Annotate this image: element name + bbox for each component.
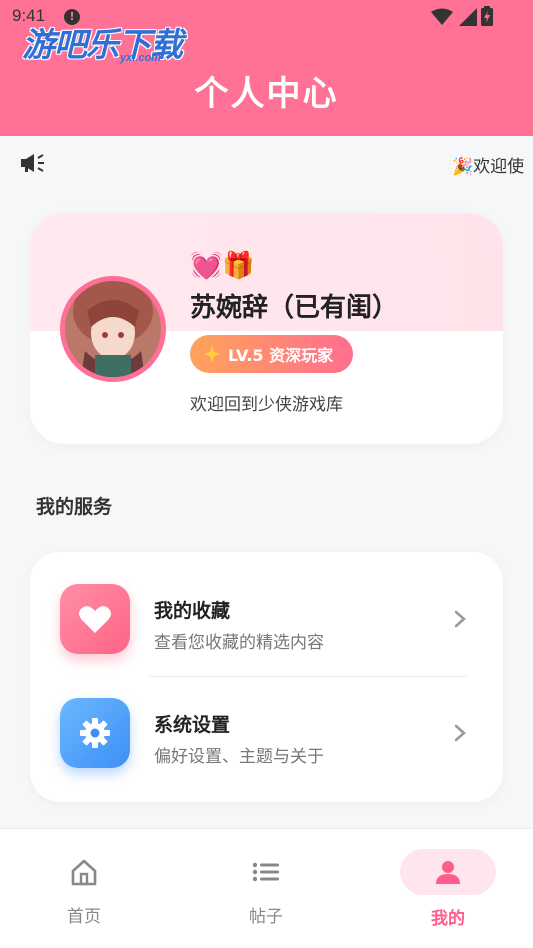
level-text: LV.5 资深玩家 — [228, 346, 334, 365]
header: 9:41 ! 游吧乐下载 yxl.com 个人中心 — [0, 0, 533, 136]
profile-card[interactable]: 💓🎁 苏婉辞（已有闺） LV.5 资深玩家 欢迎回到少侠游戏库 — [30, 213, 503, 444]
person-icon — [436, 861, 460, 884]
service-label: 我的收藏 — [154, 600, 231, 622]
section-title: 我的服务 — [36, 496, 113, 518]
signal-icon — [459, 8, 477, 26]
name-text: 苏婉辞（已有闺） — [190, 293, 399, 323]
megaphone-icon — [21, 154, 44, 172]
service-item-favorites[interactable]: 我的收藏 查看您收藏的精选内容 — [30, 564, 503, 674]
level-badge: LV.5 资深玩家 — [190, 335, 354, 373]
divider — [148, 676, 468, 677]
battery-icon — [481, 6, 493, 26]
welcome-text: 欢迎回到少侠游戏库 — [190, 395, 343, 415]
favorites-icon-box — [60, 584, 130, 654]
nav-label: 帖子 — [249, 907, 283, 927]
name-emoji: 💓🎁 — [190, 251, 255, 281]
service-label: 系统设置 — [154, 714, 231, 736]
announcement-bar[interactable]: 🎉欢迎使 — [0, 136, 533, 192]
heart-icon — [79, 606, 111, 633]
nav-label: 首页 — [67, 907, 101, 927]
service-desc: 偏好设置、主题与关于 — [154, 747, 324, 767]
page-title: 个人中心 — [194, 74, 339, 114]
gear-icon — [80, 718, 110, 748]
service-item-settings[interactable]: 系统设置 偏好设置、主题与关于 — [30, 678, 503, 788]
username: 💓🎁 苏婉辞（已有闺） — [190, 245, 460, 329]
watermark-sub: yxl.com — [120, 52, 161, 64]
sparkle-icon — [204, 345, 220, 363]
home-icon — [71, 859, 97, 886]
announcement-text: 🎉欢迎使 — [452, 157, 525, 177]
nav-tab-posts[interactable]: 帖子 — [206, 829, 326, 948]
service-card: 我的收藏 查看您收藏的精选内容 系统设置 偏好设置、主题与关于 — [30, 552, 503, 802]
bottom-nav: 首页 帖子 我的 — [0, 828, 533, 948]
chevron-right-icon — [454, 610, 466, 628]
list-icon — [252, 862, 279, 882]
service-desc: 查看您收藏的精选内容 — [154, 633, 324, 653]
settings-icon-box — [60, 698, 130, 768]
chevron-right-icon — [454, 724, 466, 742]
nav-tab-me[interactable]: 我的 — [388, 829, 508, 948]
avatar-image — [65, 281, 161, 377]
status-icons — [431, 8, 477, 26]
avatar[interactable] — [60, 276, 166, 382]
nav-tab-home[interactable]: 首页 — [24, 829, 144, 948]
wifi-icon — [431, 8, 453, 25]
nav-label: 我的 — [431, 909, 465, 929]
